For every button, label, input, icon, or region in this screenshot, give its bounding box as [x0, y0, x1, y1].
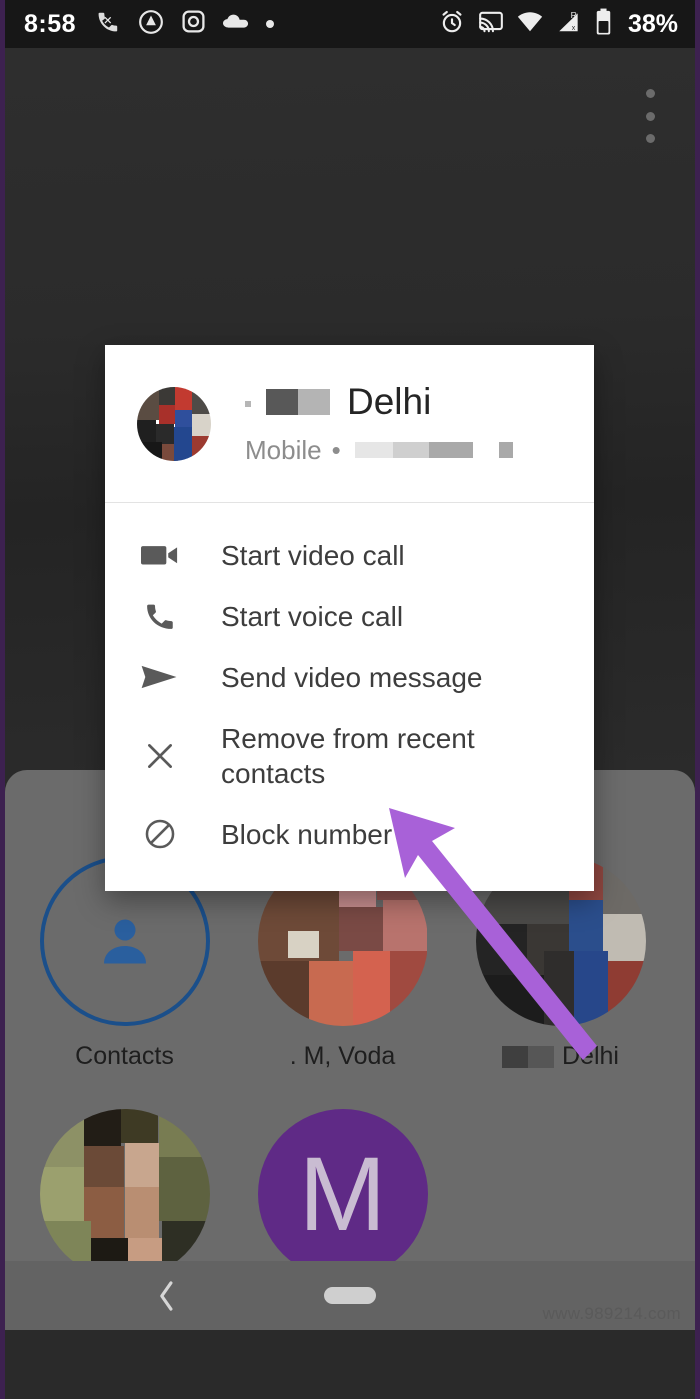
dialog-contact-header: Delhi Mobile • [105, 345, 594, 503]
menu-item-block-number[interactable]: Block number [105, 804, 594, 865]
overflow-dot [645, 111, 655, 121]
menu-item-label: Remove from recent contacts [221, 722, 475, 789]
redacted-phone-number-block [354, 442, 473, 459]
recent-contact-name: Contacts [75, 1042, 174, 1070]
status-bar: 8:58 R x 38% [0, 0, 700, 48]
contact-options-dialog: Delhi Mobile • Start video call Start vo… [105, 345, 594, 891]
svg-text:R: R [571, 10, 577, 20]
menu-item-label: Start voice call [221, 600, 404, 632]
more-vert-icon[interactable] [630, 85, 670, 147]
wifi-icon [517, 11, 543, 37]
status-bar-clock: 8:58 [24, 9, 77, 38]
send-icon [137, 662, 183, 692]
photo-mosaic [137, 387, 211, 462]
system-navigation-bar: www.989214.com [5, 1261, 695, 1330]
recent-contact-name: . M, Voda [289, 1042, 396, 1070]
block-icon [137, 817, 183, 851]
cellular-roaming-icon: R x [556, 10, 582, 39]
battery-icon [595, 8, 612, 40]
menu-item-start-voice-call[interactable]: Start voice call [105, 586, 594, 647]
recent-contact-name: Delhi [562, 1042, 619, 1070]
status-bar-system-icons: R x 38% [439, 8, 678, 40]
close-x-icon [137, 739, 183, 773]
home-pill-icon[interactable] [324, 1287, 376, 1304]
phone-icon [137, 599, 183, 633]
recent-contact-label: Delhi [502, 1042, 619, 1071]
recent-contact-label: . M, Voda [290, 1042, 396, 1071]
redacted-phone-number-block [498, 442, 513, 459]
menu-item-label: Start video call [221, 539, 405, 571]
redacted-name-block [502, 1045, 554, 1068]
photo-mosaic [39, 1109, 210, 1279]
letter-avatar: M [257, 1109, 428, 1279]
status-bar-notification-icons [95, 9, 275, 40]
chevron-left-icon[interactable] [145, 1274, 189, 1318]
subtitle-separator: • [331, 434, 341, 465]
menu-item-label: Send video message [221, 661, 483, 693]
battery-percent-label: 38% [627, 9, 678, 38]
menu-item-start-video-call[interactable]: Start video call [105, 525, 594, 586]
menu-item-remove-from-recent-contacts[interactable]: Remove from recent contacts [105, 708, 594, 804]
menu-item-label: Block number [221, 818, 393, 850]
contact-identity: Delhi Mobile • [245, 381, 513, 466]
phone-screen: 8:58 R x 38% Contacts . M, Voda Delhi M … [0, 0, 700, 1399]
redacted-name-prefix [245, 401, 251, 408]
contact-number-type-label: Mobile [245, 434, 322, 465]
svg-text:x: x [572, 25, 576, 32]
cast-icon [478, 11, 504, 38]
dialog-action-list: Start video call Start voice call Send v… [105, 503, 594, 891]
person-icon [103, 919, 146, 964]
contact-name-row: Delhi [245, 381, 513, 422]
videocam-icon [137, 542, 183, 568]
dot-icon [266, 20, 275, 28]
watermark-label: www.989214.com [542, 1304, 681, 1323]
missed-call-icon [95, 9, 121, 40]
redacted-name-block [266, 389, 330, 416]
recent-contact-label: Contacts [75, 1042, 174, 1071]
adblock-icon [138, 9, 164, 40]
alarm-icon [439, 9, 465, 40]
contact-photo-avatar [39, 1109, 210, 1279]
overflow-dot [645, 89, 655, 98]
avatar-initial: M [298, 1135, 387, 1253]
instagram-icon [181, 9, 206, 39]
contact-subtitle-row: Mobile • [245, 435, 513, 466]
menu-item-send-video-message[interactable]: Send video message [105, 647, 594, 708]
overflow-dot [645, 134, 655, 143]
contact-avatar [137, 387, 211, 462]
cloud-icon [223, 13, 249, 36]
contact-name-label: Delhi [347, 381, 432, 422]
